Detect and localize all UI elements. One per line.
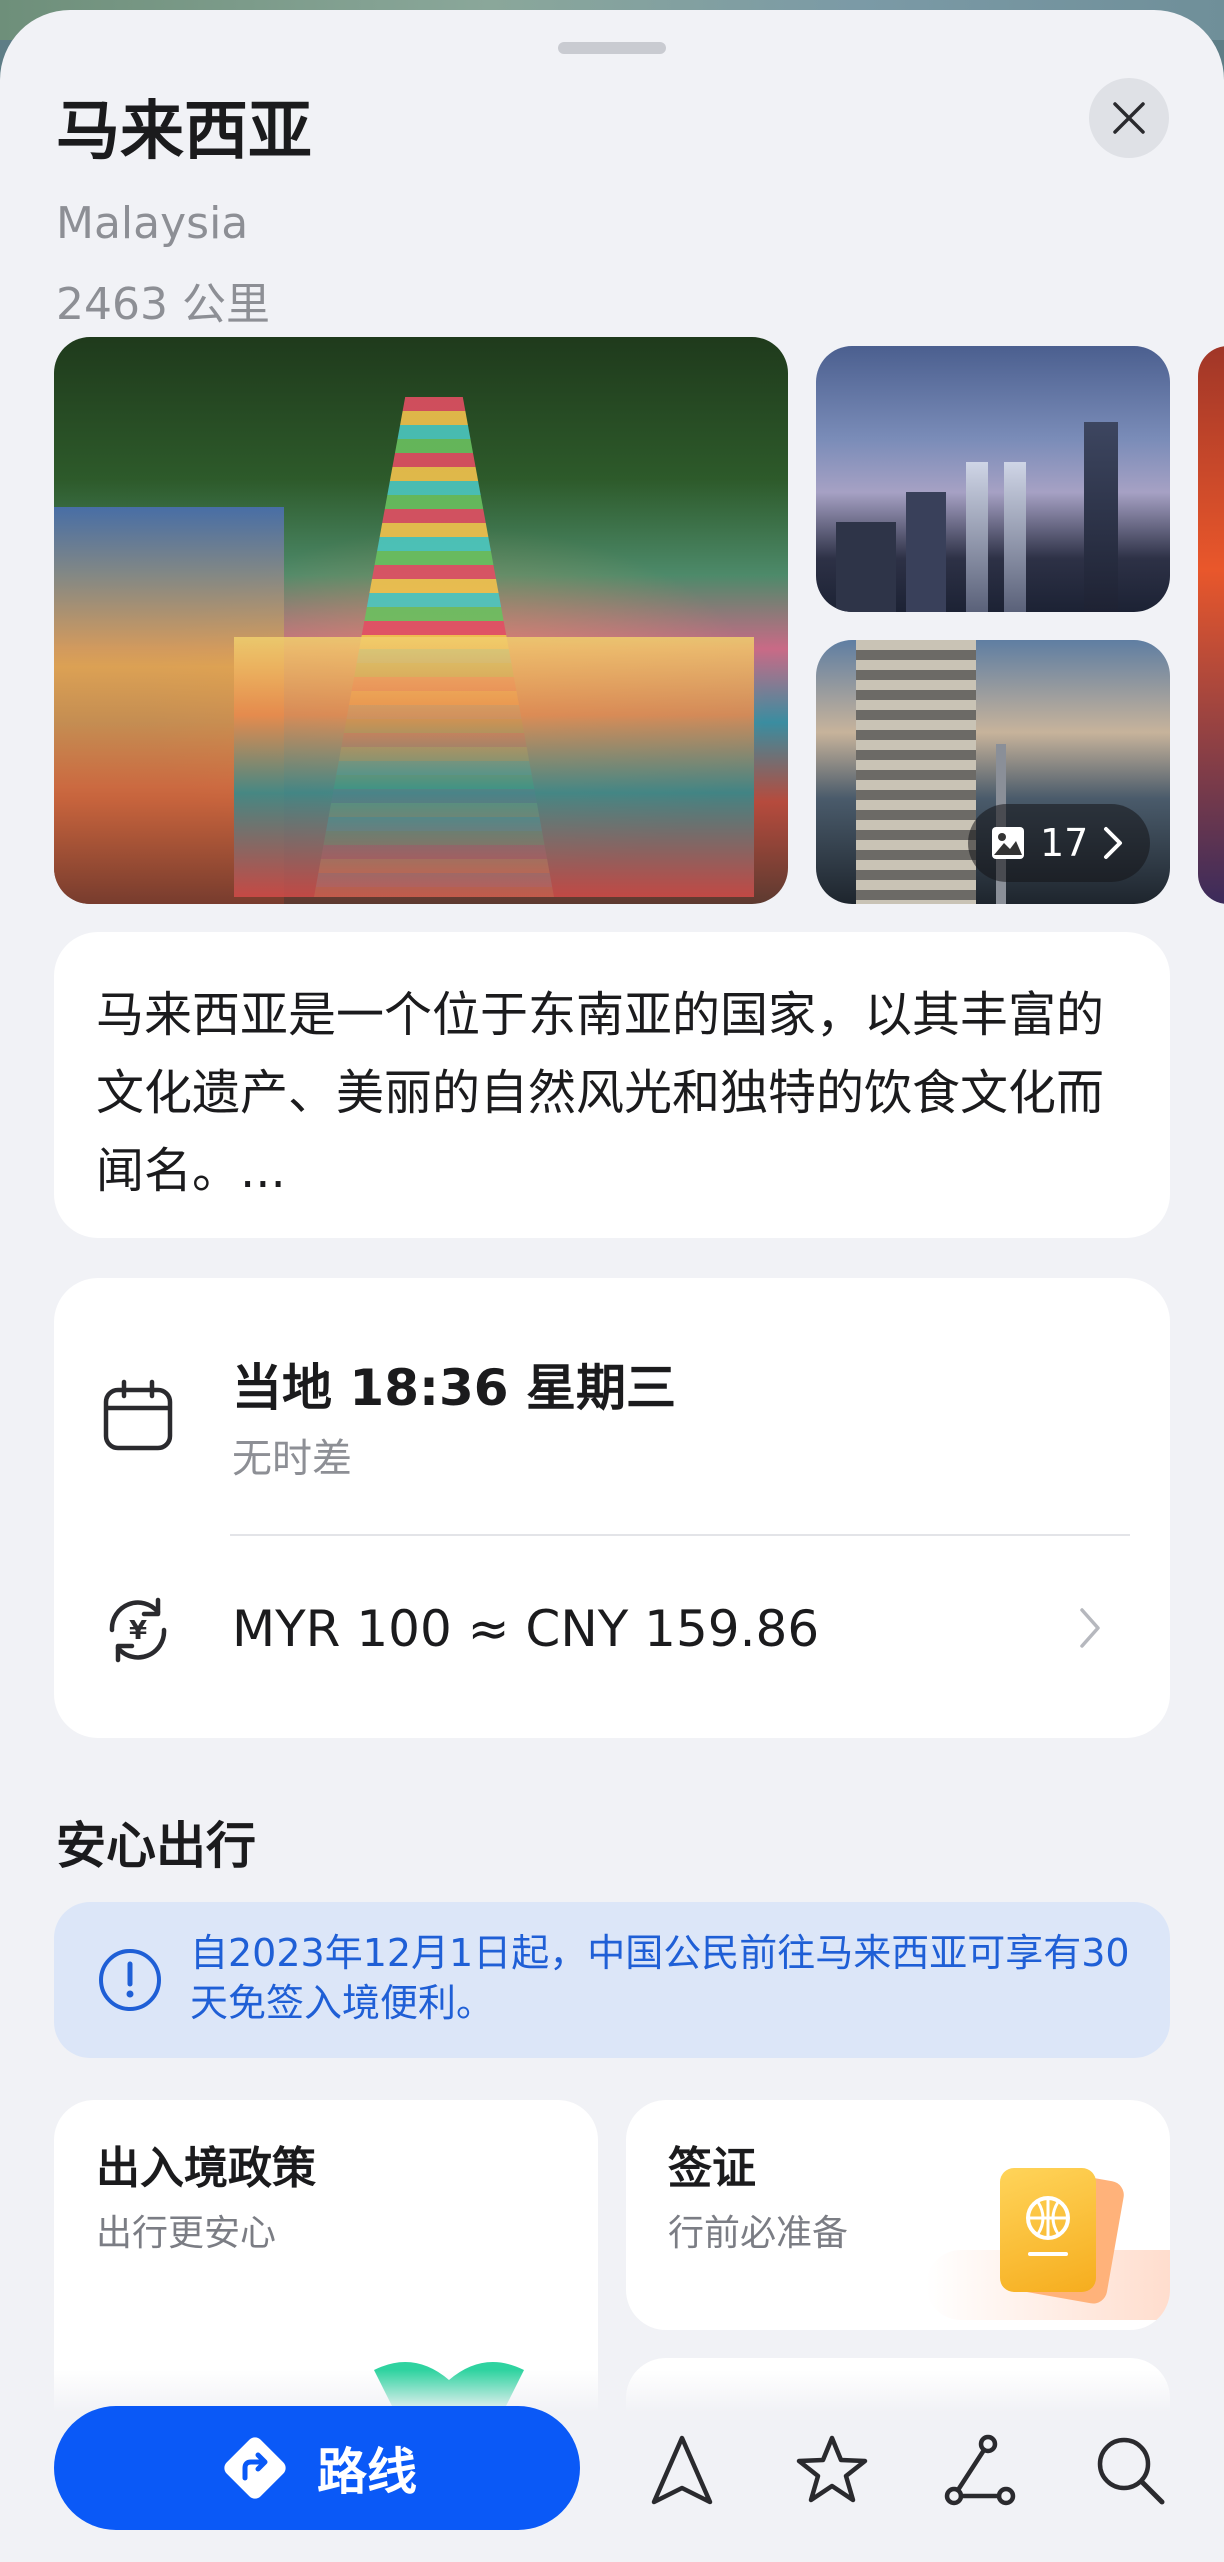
local-time: 当地 18:36 星期三 — [232, 1359, 676, 1417]
description-text: 马来西亚是一个位于东南亚的国家，以其丰富的文化遗产、美丽的自然风光和独特的饮食文… — [96, 987, 1105, 1199]
visa-tile[interactable]: 签证 行前必准备 — [626, 2100, 1170, 2330]
visa-free-notice[interactable]: 自2023年12月1日起，中国公民前往马来西亚可享有30天免签入境便利。 — [54, 1902, 1170, 2058]
currency-exchange-icon: ¥ — [109, 1597, 167, 1663]
route-button[interactable]: 路线 — [54, 2406, 580, 2530]
tile-subtitle: 出行更安心 — [96, 2213, 277, 2254]
exchange-rate[interactable]: MYR 100 ≈ CNY 159.86 — [232, 1600, 819, 1658]
photo-count-label: 17 — [1040, 821, 1089, 865]
calendar-icon — [103, 1379, 173, 1451]
chevron-right-icon — [1104, 827, 1123, 859]
place-subtitle: Malaysia — [56, 198, 249, 249]
place-detail-sheet: 马来西亚 Malaysia 2463 公里 17 马来西亚是一个位于东南亚的国家… — [0, 10, 1224, 2562]
favorite-button[interactable] — [792, 2430, 872, 2510]
photo-petronas-towers[interactable] — [816, 346, 1170, 612]
photo-count-badge[interactable]: 17 — [968, 804, 1150, 882]
photo-next-peek[interactable] — [1198, 346, 1224, 904]
info-icon — [99, 1949, 161, 2011]
chevron-right-icon[interactable] — [1076, 1604, 1104, 1652]
passport-icon — [1000, 2168, 1096, 2292]
image-icon — [992, 827, 1024, 859]
search-button[interactable] — [1090, 2430, 1170, 2510]
close-button[interactable] — [1089, 78, 1169, 158]
place-distance: 2463 公里 — [56, 279, 270, 330]
tile-title: 出入境政策 — [96, 2143, 316, 2194]
tile-title: 签证 — [668, 2143, 756, 2194]
route-arrow-icon — [224, 2437, 286, 2499]
route-plan-icon — [944, 2434, 1016, 2506]
page-title: 马来西亚 — [56, 95, 312, 169]
notice-text: 自2023年12月1日起，中国公民前往马来西亚可享有30天免签入境便利。 — [190, 1931, 1130, 2025]
drag-handle[interactable] — [558, 42, 666, 54]
time-difference: 无时差 — [232, 1436, 352, 1482]
divider — [230, 1534, 1130, 1536]
search-icon — [1097, 2437, 1165, 2505]
section-title-safe-travel: 安心出行 — [56, 1817, 256, 1875]
close-icon — [1113, 102, 1145, 134]
tile-subtitle: 行前必准备 — [668, 2213, 849, 2254]
star-icon — [796, 2435, 868, 2503]
navigation-icon — [651, 2435, 713, 2505]
description-card[interactable]: 马来西亚是一个位于东南亚的国家，以其丰富的文化遗产、美丽的自然风光和独特的饮食文… — [54, 932, 1170, 1238]
svg-text:¥: ¥ — [129, 1616, 147, 1646]
route-button-label: 路线 — [317, 2443, 417, 2501]
route-plan-button[interactable] — [940, 2430, 1020, 2510]
navigation-button[interactable] — [642, 2430, 722, 2510]
photo-batu-caves[interactable] — [54, 337, 788, 904]
info-card: 当地 18:36 星期三 无时差 ¥ MYR 100 ≈ CNY 159.86 — [54, 1278, 1170, 1738]
